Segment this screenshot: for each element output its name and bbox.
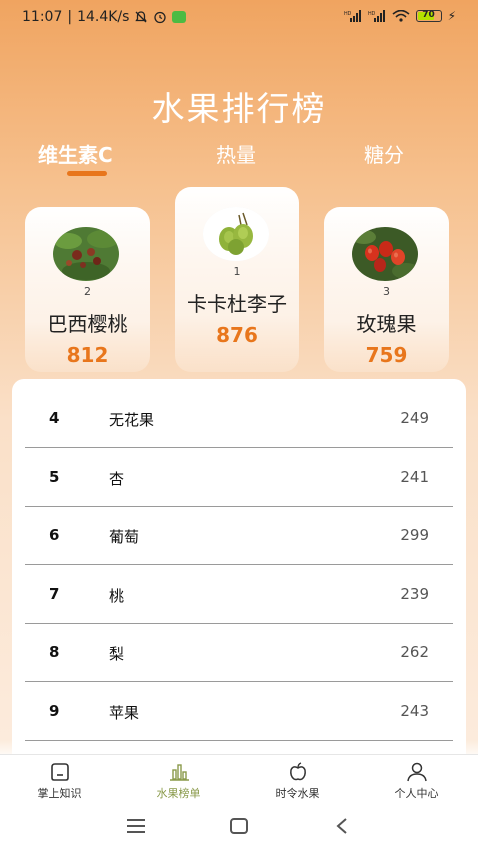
list-item-name: 葡萄 (109, 528, 140, 546)
nav-item-knowledge[interactable]: 掌上知识 (0, 755, 119, 803)
podium-fruit-score: 812 (66, 343, 109, 367)
list-item-name: 桃 (109, 587, 125, 605)
user-icon (407, 762, 427, 782)
podium-card-third[interactable]: 3 玫瑰果 759 (324, 207, 449, 372)
tab-vitamin-c[interactable]: 维生素C (38, 139, 113, 168)
list-item-rank: 7 (49, 585, 60, 603)
home-square-icon[interactable] (219, 814, 259, 838)
system-nav-bar (0, 802, 478, 850)
home-icon (51, 763, 69, 781)
list-item[interactable]: 6 葡萄 299 (25, 506, 453, 565)
podium-card-second[interactable]: 2 巴西樱桃 812 (25, 207, 150, 372)
signal-hd-icon-2: HD (368, 10, 385, 22)
list-item[interactable]: 9 苹果 243 (25, 682, 453, 741)
list-item-score: 299 (400, 526, 429, 544)
nav-item-seasonal[interactable]: 时令水果 (238, 755, 357, 803)
nav-item-ranking[interactable]: 水果榜单 (119, 755, 238, 803)
page-title: 水果排行榜 (151, 89, 327, 128)
list-item[interactable]: 4 无花果 249 (25, 389, 453, 448)
fruit-image-kakadu-plum (203, 207, 269, 261)
list-item-name: 梨 (109, 645, 125, 663)
list-item-name: 苹果 (109, 704, 140, 722)
battery-icon: 70 (415, 10, 442, 22)
list-item-name: 无花果 (109, 411, 155, 429)
svg-text:HD: HD (344, 11, 352, 17)
category-tabs: 维生素C 热量 糖分 (0, 139, 478, 183)
svg-text:HD: HD (368, 11, 376, 17)
status-time: 11:07 (22, 9, 63, 25)
podium-card-first[interactable]: 1 卡卡杜李子 876 (175, 187, 299, 372)
status-separator: | (67, 9, 73, 25)
podium-fruit-name: 卡卡杜李子 (187, 292, 287, 316)
podium-rank: 3 (383, 285, 390, 298)
list-item-rank: 6 (49, 526, 60, 544)
list-item-score: 239 (400, 585, 429, 603)
list-item-rank: 8 (49, 643, 60, 661)
mute-bell-icon (135, 11, 148, 23)
fruit-image-rose-hip (352, 227, 418, 281)
list-item[interactable]: 5 杏 241 (25, 448, 453, 507)
nav-item-profile[interactable]: 个人中心 (357, 755, 476, 803)
signal-hd-icon: HD (344, 10, 361, 22)
bottom-nav: 掌上知识 水果榜单 时令水果 个人中心 (0, 754, 478, 803)
list-item-score: 241 (400, 468, 429, 486)
ranking-list: 4 无花果 249 5 杏 241 6 葡萄 299 7 桃 239 8 梨 2… (12, 379, 466, 759)
list-item[interactable]: 8 梨 262 (25, 623, 453, 682)
nav-label: 个人中心 (394, 787, 439, 800)
list-item-score: 243 (400, 702, 429, 720)
podium-rank: 2 (84, 285, 91, 298)
alarm-icon (154, 11, 167, 24)
active-tab-indicator (67, 171, 107, 176)
nav-label: 水果榜单 (156, 787, 201, 800)
podium-fruit-score: 759 (365, 343, 408, 367)
list-item-rank: 9 (49, 702, 60, 720)
list-item-score: 249 (400, 409, 429, 427)
battery-level: 70 (422, 10, 435, 20)
podium-fruit-score: 876 (216, 323, 258, 347)
network-speed: 14.4K/s (77, 9, 130, 25)
list-item-rank: 5 (49, 468, 60, 486)
chart-icon (170, 764, 189, 781)
app-notification-icon (172, 11, 187, 23)
tab-sugar[interactable]: 糖分 (364, 139, 404, 168)
tab-calories[interactable]: 热量 (216, 139, 256, 168)
podium-rank: 1 (233, 265, 241, 278)
back-icon[interactable] (322, 814, 362, 838)
podium-fruit-name: 玫瑰果 (356, 312, 417, 336)
podium-fruit-name: 巴西樱桃 (47, 312, 128, 336)
list-item[interactable]: 7 桃 239 (25, 565, 453, 624)
nav-label: 时令水果 (275, 787, 320, 800)
charging-icon: ⚡ (447, 9, 456, 23)
nav-label: 掌上知识 (37, 787, 82, 800)
status-bar: 11:07 | 14.4K/s HD HD 70 ⚡ (0, 0, 478, 36)
apple-icon (290, 762, 306, 781)
status-right: HD HD 70 ⚡ (344, 9, 456, 23)
wifi-icon (392, 10, 410, 22)
list-item-score: 262 (400, 643, 429, 661)
status-left: 11:07 | 14.4K/s (22, 9, 187, 25)
menu-icon[interactable] (116, 814, 156, 838)
list-item-name: 杏 (109, 470, 125, 488)
list-item-rank: 4 (49, 409, 60, 427)
fruit-image-barbados-cherry (53, 227, 119, 281)
